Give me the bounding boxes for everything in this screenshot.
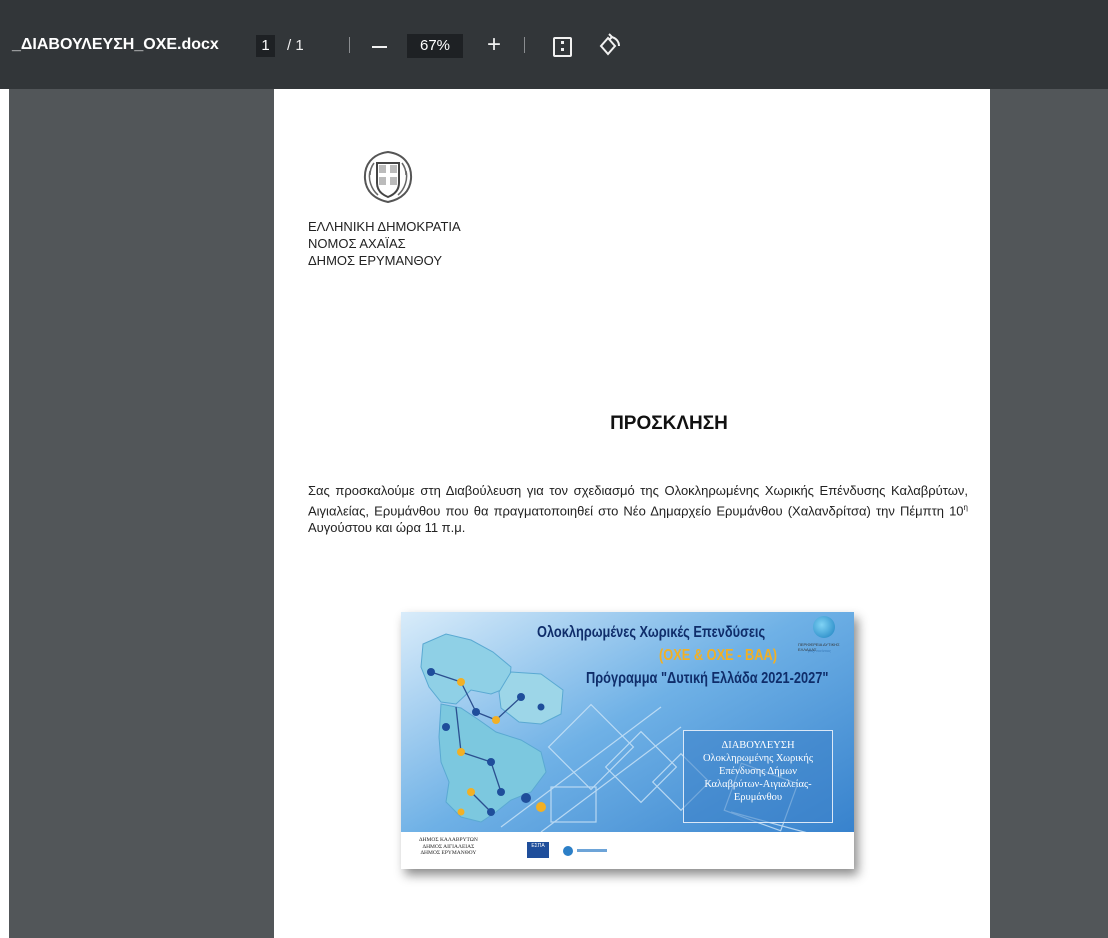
invitation-text: Σας προσκαλούμε στη Διαβούλευση για τον …	[308, 482, 968, 536]
banner-footer: ΔΗΜΟΣ ΚΑΛΑΒΡΥΤΩΝ ΔΗΜΟΣ ΑΙΓΙΑΛΕΙΑΣ ΔΗΜΟΣ …	[401, 832, 854, 869]
consultation-banner-image: Ολοκληρωμένες Χωρικές Επενδύσεις (ΟΧΕ & …	[401, 612, 854, 869]
page-separator: /	[287, 37, 292, 54]
banner-title-line1: Ολοκληρωμένες Χωρικές Επενδύσεις	[537, 624, 766, 641]
invitation-text-end: Αυγούστου και ώρα 11 π.μ.	[308, 520, 466, 536]
partner-logo-bar	[577, 849, 607, 852]
region-logo-subtext: μαζί εκείνους	[808, 648, 832, 653]
toolbar-divider	[349, 37, 350, 53]
banner-box-line: Επένδυσης Δήμων	[719, 766, 797, 777]
banner-box-line: Ερυμάνθου	[733, 792, 783, 803]
banner-footer-municipalities: ΔΗΜΟΣ ΚΑΛΑΒΡΥΤΩΝ ΔΗΜΟΣ ΑΙΓΙΑΛΕΙΑΣ ΔΗΜΟΣ …	[419, 837, 478, 857]
document-filename: _ΔΙΑΒΟΥΛΕΥΣΗ_ΟΧΕ.docx	[12, 36, 219, 53]
banner-box-line: Καλαβρύτων-Αιγιαλείας-	[704, 779, 812, 790]
document-page: ΕΛΛΗΝΙΚΗ ΔΗΜΟΚΡΑΤΙΑ ΝΟΜΟΣ ΑΧΑΪΑΣ ΔΗΜΟΣ Ε…	[274, 89, 990, 938]
toolbar-divider	[524, 37, 525, 53]
banner-info-box: ΔΙΑΒΟΥΛΕΥΣΗ Ολοκληρωμένης Χωρικής Επένδυ…	[683, 730, 833, 823]
footer-line: ΔΗΜΟΣ ΚΑΛΑΒΡΥΤΩΝ	[419, 837, 478, 843]
org-line-2: ΝΟΜΟΣ ΑΧΑΪΑΣ	[308, 236, 406, 251]
greek-emblem-icon	[363, 150, 413, 204]
zoom-in-icon[interactable]: +	[487, 31, 501, 59]
org-line-3: ΔΗΜΟΣ ΕΡΥΜΑΝΘΟΥ	[308, 253, 443, 268]
banner-title-line2: (ΟΧΕ & ΟΧΕ - ΒΑΑ)	[659, 647, 778, 664]
total-pages: 1	[295, 37, 304, 54]
document-title: ΠΡΟΣΚΛΗΣΗ	[610, 413, 728, 434]
rotate-icon[interactable]	[597, 33, 623, 59]
fit-page-icon[interactable]	[553, 37, 572, 57]
left-edge	[0, 89, 9, 938]
banner-box-line: Ολοκληρωμένης Χωρικής	[702, 753, 814, 764]
region-logo-icon	[813, 616, 835, 638]
zoom-level-input[interactable]: 67%	[407, 34, 463, 58]
pdf-toolbar: _ΔΙΑΒΟΥΛΕΥΣΗ_ΟΧΕ.docx 1 / 1 67% +	[0, 0, 1108, 89]
page-count: / 1	[287, 37, 304, 54]
footer-line: ΔΗΜΟΣ ΕΡΥΜΑΝΘΟΥ	[420, 850, 477, 856]
ordinal-superscript: η	[963, 503, 968, 512]
org-line-1: ΕΛΛΗΝΙΚΗ ΔΗΜΟΚΡΑΤΙΑ	[308, 219, 461, 234]
banner-title-line3: Πρόγραμμα "Δυτική Ελλάδα 2021-2027"	[586, 670, 829, 687]
page-number-input[interactable]: 1	[256, 35, 275, 57]
espa-logo: ΕΣΠΑ	[527, 842, 549, 858]
zoom-out-icon[interactable]	[372, 46, 387, 48]
partner-logo-icon	[563, 846, 573, 856]
invitation-text-main: Σας προσκαλούμε στη Διαβούλευση για τον …	[308, 483, 968, 519]
banner-box-line: ΔΙΑΒΟΥΛΕΥΣΗ	[721, 740, 795, 751]
